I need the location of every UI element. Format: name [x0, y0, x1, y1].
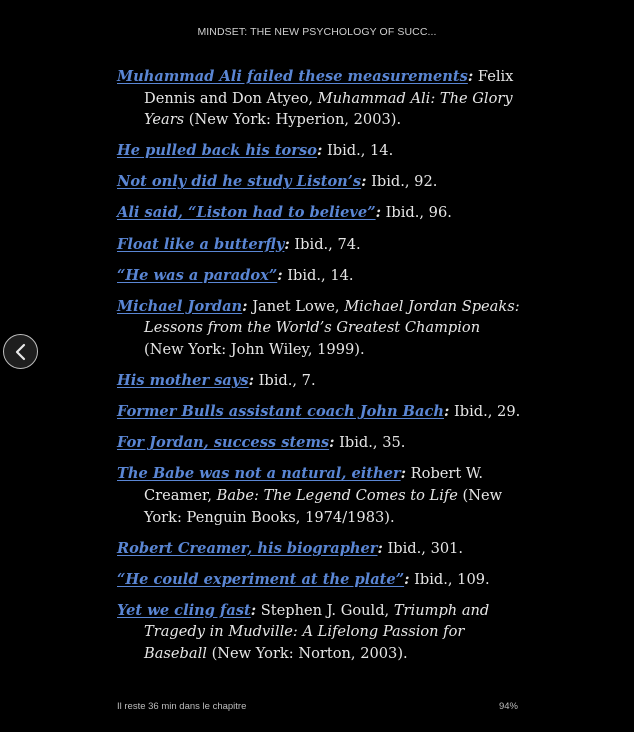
endnote-link[interactable]: Float like a butterfly — [117, 236, 284, 253]
endnote-item: “He was a paradox”: Ibid., 14. — [117, 265, 521, 287]
chevron-left-icon — [15, 343, 25, 360]
endnote-item: “He could experiment at the plate”: Ibid… — [117, 569, 521, 591]
endnote-item: His mother says: Ibid., 7. — [117, 370, 521, 392]
endnote-link[interactable]: His mother says — [117, 372, 249, 389]
endnote-item: Not only did he study Liston’s: Ibid., 9… — [117, 171, 521, 193]
endnote-citation: Ibid., 14. — [322, 142, 394, 160]
endnote-citation: Ibid., 109. — [409, 570, 490, 588]
endnote-link[interactable]: Ali said, “Liston had to believe” — [117, 204, 376, 221]
endnote-publication: (New York: John Wiley, 1999). — [144, 340, 365, 358]
endnote-citation: Ibid., 301. — [382, 539, 464, 557]
endnote-link[interactable]: Muhammad Ali failed these measurements — [117, 68, 468, 85]
endnote-item: Muhammad Ali failed these measurements: … — [117, 66, 521, 131]
endnote-item: He pulled back his torso: Ibid., 14. — [117, 140, 521, 162]
endnote-citation: Ibid., 29. — [449, 403, 521, 421]
endnotes-list: Muhammad Ali failed these measurements: … — [117, 66, 521, 674]
endnote-link[interactable]: Yet we cling fast — [117, 602, 251, 619]
endnote-item: Ali said, “Liston had to believe”: Ibid.… — [117, 202, 521, 224]
endnote-citation: Ibid., 35. — [334, 434, 406, 452]
chapter-time-remaining: Il reste 36 min dans le chapitre — [117, 701, 247, 712]
book-title-header: MINDSET: THE NEW PSYCHOLOGY OF SUCC... — [197, 26, 437, 38]
endnote-item: Former Bulls assistant coach John Bach: … — [117, 401, 521, 423]
endnote-book-title: Babe: The Legend Comes to Life — [216, 486, 458, 504]
reading-progress: 94% — [498, 701, 518, 712]
endnote-citation: Ibid., 74. — [289, 235, 361, 253]
endnote-citation: Stephen J. Gould, — [256, 601, 394, 619]
endnote-link[interactable]: For Jordan, success stems — [117, 434, 329, 451]
endnote-item: For Jordan, success stems: Ibid., 35. — [117, 432, 521, 454]
endnote-link[interactable]: Former Bulls assistant coach John Bach — [117, 403, 444, 420]
endnote-citation: Ibid., 14. — [282, 266, 354, 284]
endnote-publication: (New York: Hyperion, 2003). — [184, 111, 402, 129]
endnote-item: The Babe was not a natural, either: Robe… — [117, 463, 521, 528]
endnote-link[interactable]: The Babe was not a natural, either — [117, 465, 401, 482]
endnote-link[interactable]: Not only did he study Liston’s — [117, 173, 361, 190]
endnote-publication: (New York: Norton, 2003). — [206, 644, 408, 662]
endnote-item: Michael Jordan: Janet Lowe, Michael Jord… — [117, 296, 521, 361]
endnote-link[interactable]: Robert Creamer, his biographer — [117, 540, 378, 557]
endnote-citation: Ibid., 7. — [253, 372, 316, 390]
endnote-link[interactable]: Michael Jordan — [117, 298, 242, 315]
endnote-citation: Ibid., 92. — [366, 173, 438, 191]
endnote-item: Yet we cling fast: Stephen J. Gould, Tri… — [117, 600, 521, 665]
endnote-item: Float like a butterfly: Ibid., 74. — [117, 234, 521, 256]
endnote-citation: Janet Lowe, — [247, 297, 345, 315]
endnote-item: Robert Creamer, his biographer: Ibid., 3… — [117, 538, 521, 560]
endnote-citation: Ibid., 96. — [380, 204, 452, 222]
endnote-link[interactable]: “He was a paradox” — [117, 267, 277, 284]
previous-page-button[interactable] — [3, 334, 38, 369]
endnote-link[interactable]: “He could experiment at the plate” — [117, 571, 404, 588]
endnote-link[interactable]: He pulled back his torso — [117, 142, 317, 159]
